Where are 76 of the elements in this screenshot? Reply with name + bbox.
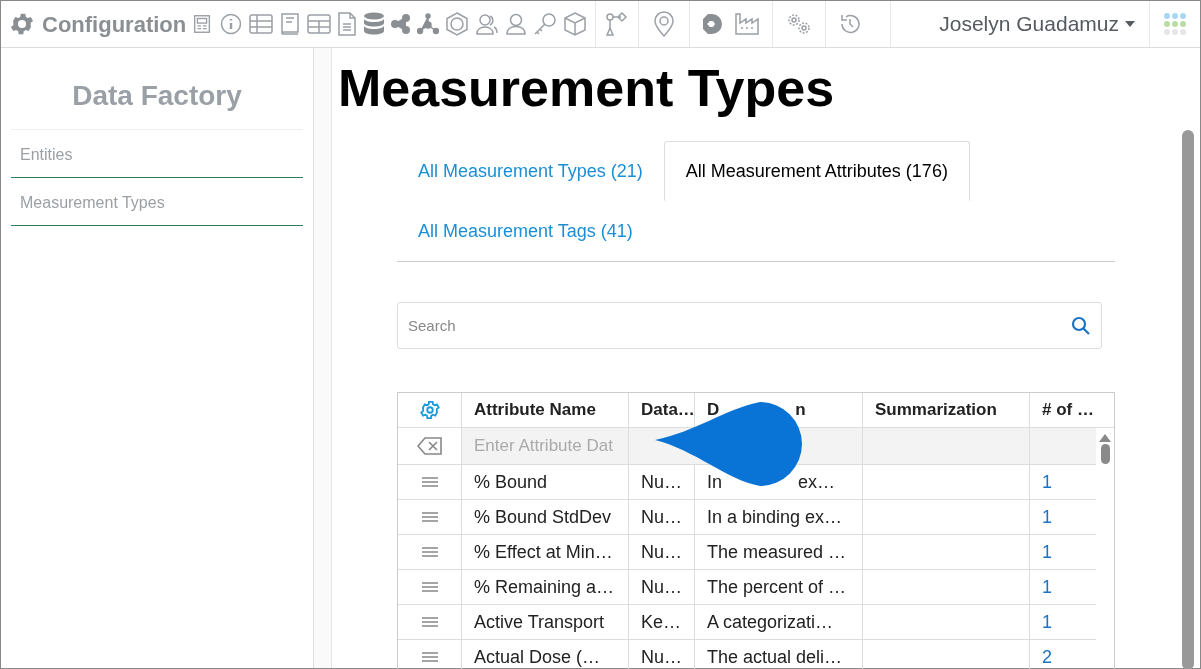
scroll-up-icon[interactable]	[1099, 434, 1111, 442]
table-cell-text: Nu…	[641, 645, 682, 669]
tab[interactable]: All Measurement Attributes (176)	[663, 141, 970, 201]
table-cell-text: In a binding ex…	[707, 505, 843, 529]
sidebar-item[interactable]: Entities	[11, 130, 303, 178]
column-header-fragment: D	[707, 399, 720, 422]
table-cell-text: Nu…	[641, 470, 682, 494]
factory-icon[interactable]	[734, 12, 760, 36]
count-link[interactable]: 1	[1042, 573, 1052, 601]
table-icon[interactable]	[249, 13, 273, 35]
table-cell-text: Actual Dose (…	[474, 645, 601, 669]
history-icon[interactable]	[838, 12, 862, 36]
count-link[interactable]: 1	[1042, 503, 1052, 531]
column-header-fragment: n	[795, 399, 806, 422]
drag-handle-icon[interactable]	[421, 512, 438, 522]
drag-handle-icon[interactable]	[421, 477, 438, 487]
sidebar-item[interactable]: Measurement Types	[11, 178, 303, 226]
user-menu[interactable]: Joselyn Guadamuz	[939, 1, 1149, 47]
sidebar-title: Data Factory	[11, 75, 303, 130]
count-link[interactable]: 1	[1042, 608, 1052, 636]
hexagon-shape-icon[interactable]	[702, 13, 722, 35]
drag-handle-icon[interactable]	[421, 617, 438, 627]
gears-icon[interactable]	[785, 12, 813, 36]
info-icon[interactable]	[219, 12, 243, 36]
filter-cell[interactable]	[1030, 428, 1096, 464]
table-cell-fragment: In	[707, 470, 722, 494]
count-link[interactable]: 1	[1042, 468, 1052, 496]
hexagon-icon[interactable]	[445, 12, 469, 36]
users-icon[interactable]	[475, 12, 499, 36]
scrollbar-thumb[interactable]	[1100, 444, 1110, 464]
column-header[interactable]: Attribute Name	[462, 393, 629, 427]
table-cell-text: The actual deli…	[707, 645, 843, 669]
table-cell-text: Active Transport	[474, 610, 605, 634]
app-title: Configuration	[42, 10, 187, 39]
key-icon[interactable]	[533, 12, 557, 36]
table-cell-text: Ke…	[641, 610, 682, 634]
network-icon[interactable]	[417, 13, 439, 35]
search-icon[interactable]	[1071, 315, 1091, 336]
share-icon[interactable]	[391, 14, 411, 34]
drag-handle-icon[interactable]	[421, 547, 438, 557]
table-cell-text: Nu…	[641, 505, 682, 529]
settings-icon[interactable]	[418, 399, 441, 421]
column-header[interactable]: # of …	[1030, 393, 1096, 427]
table-cell-text: % Bound StdDev	[474, 505, 612, 529]
drag-handle-icon[interactable]	[421, 652, 438, 662]
table-cell-text: Nu…	[641, 540, 682, 564]
page-scrollbar[interactable]	[1182, 130, 1194, 669]
book-icon[interactable]	[279, 12, 301, 36]
table-cell-text: The measured …	[707, 540, 847, 564]
table-cell-text: % Remaining a…	[474, 575, 615, 599]
table-cell-text: % Bound	[474, 470, 548, 494]
column-header[interactable]: Data…	[629, 393, 695, 427]
table-cell-text: Nu…	[641, 575, 682, 599]
table-cell-text: The percent of …	[707, 575, 847, 599]
layout-icon[interactable]	[191, 13, 213, 35]
drag-handle-icon[interactable]	[421, 582, 438, 592]
caret-icon	[1125, 21, 1135, 27]
clear-filter-icon[interactable]	[416, 437, 443, 455]
filter-cell[interactable]	[863, 428, 1030, 464]
tab[interactable]: All Measurement Types (21)	[397, 141, 664, 201]
document-icon[interactable]	[337, 12, 357, 36]
node-diagram-icon[interactable]	[606, 12, 628, 36]
filter-field[interactable]: Enter Attribute Dat	[462, 428, 628, 464]
table-icon[interactable]	[307, 13, 331, 35]
database-icon[interactable]	[363, 12, 385, 36]
table-cell-text: % Effect at Min…	[474, 540, 613, 564]
table-cell-text: A categorizati…	[707, 610, 834, 634]
apps-grid-icon[interactable]	[1163, 12, 1187, 36]
cube-icon[interactable]	[563, 12, 587, 36]
count-link[interactable]: 2	[1042, 643, 1052, 669]
tab[interactable]: All Measurement Tags (41)	[397, 201, 654, 261]
column-header[interactable]: Summarization	[863, 393, 1030, 427]
map-pin-icon[interactable]	[653, 11, 675, 37]
table-cell-fragment: ex…	[798, 470, 836, 494]
user-icon[interactable]	[505, 12, 527, 36]
count-link[interactable]: 1	[1042, 538, 1052, 566]
